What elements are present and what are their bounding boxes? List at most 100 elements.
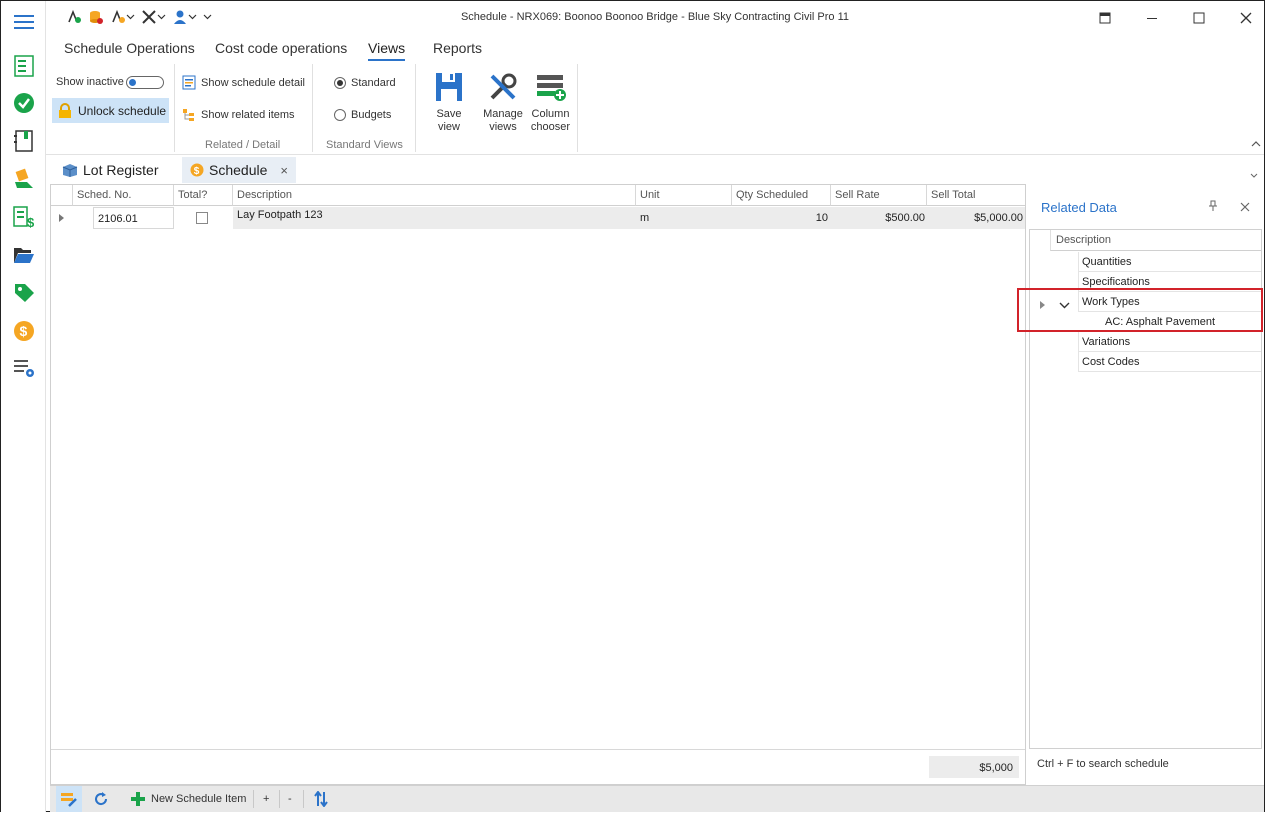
tabs-overflow-icon[interactable] (1250, 167, 1258, 181)
svg-text:$: $ (194, 166, 200, 177)
sort-icon[interactable] (314, 786, 328, 812)
group-label-standard-views: Standard Views (326, 139, 403, 151)
minimize-icon[interactable] (1132, 7, 1172, 29)
tag-icon[interactable] (12, 281, 36, 305)
manage-views-label-1: Manage (483, 108, 523, 120)
hamburger-menu-icon[interactable] (12, 10, 36, 34)
list-settings-icon[interactable] (12, 356, 36, 380)
grid-footer: $5,000 (51, 749, 1025, 784)
show-inactive-label: Show inactive (56, 76, 124, 88)
window-title: Schedule - NRX069: Boonoo Boonoo Bridge … (460, 11, 850, 23)
register-list-icon[interactable] (12, 54, 36, 78)
show-related-items-label: Show related items (201, 109, 295, 121)
related-item-cost-codes[interactable]: Cost Codes (1078, 352, 1261, 372)
box-icon (62, 164, 78, 177)
related-header-description: Description (1050, 230, 1261, 251)
column-chooser-button[interactable]: Column chooser (528, 68, 573, 134)
budgets-label: Budgets (351, 109, 392, 121)
cell-total[interactable] (174, 207, 233, 229)
close-panel-icon[interactable] (1240, 201, 1250, 215)
column-chooser-label-1: Column (531, 108, 570, 120)
grid-footer-total: $5,000 (929, 756, 1019, 778)
cell-sched-no[interactable]: 2106.01 (93, 207, 174, 229)
row-expander-icon[interactable] (51, 207, 73, 229)
grid-header-total[interactable]: Total? (174, 185, 233, 206)
save-view-label: Save view (436, 108, 462, 133)
show-schedule-detail-label: Show schedule detail (201, 76, 305, 89)
schedule-tab-label: Schedule (209, 162, 268, 178)
cell-unit[interactable]: m (636, 207, 732, 229)
manage-views-button[interactable]: Manage views (479, 68, 527, 134)
svg-text:$: $ (27, 215, 35, 228)
standard-label: Standard (351, 77, 396, 89)
related-item-variations[interactable]: Variations (1078, 332, 1261, 352)
pin-icon[interactable] (1208, 200, 1218, 215)
tab-views[interactable]: Views (368, 40, 406, 61)
save-view-button[interactable]: Save view (424, 68, 474, 134)
grid-header-sell-total[interactable]: Sell Total (927, 185, 1025, 206)
doc-tab-lot-register[interactable]: Lot Register (54, 157, 166, 183)
column-chooser-label-2: chooser (530, 121, 571, 133)
toolbar-separator (253, 790, 254, 808)
work-types-highlight-box (1017, 288, 1263, 332)
bottom-toolbar: New Schedule Item + - (50, 785, 1264, 812)
remove-row-button[interactable]: - (288, 786, 292, 812)
close-tab-icon[interactable]: × (280, 163, 288, 178)
grid-header-qty[interactable]: Qty Scheduled (732, 185, 831, 206)
wrench-screwdriver-icon (490, 73, 517, 100)
plus-icon (131, 792, 145, 806)
maximize-icon[interactable] (1179, 7, 1219, 29)
invoice-dollar-icon[interactable]: $ (12, 205, 36, 229)
checkmark-icon[interactable] (12, 91, 36, 115)
add-row-button[interactable]: + (263, 786, 269, 812)
refresh-icon[interactable] (94, 786, 108, 812)
grid-header-unit[interactable]: Unit (636, 185, 732, 206)
unlock-schedule-label: Unlock schedule (78, 103, 167, 118)
cell-qty[interactable]: 10 (732, 207, 831, 229)
cell-sell-total[interactable]: $5,000.00 (927, 207, 1025, 229)
restore-layout-icon[interactable] (1085, 7, 1125, 29)
show-inactive-toggle[interactable] (126, 76, 164, 89)
toolbar-separator (303, 790, 304, 808)
ribbon-separator (174, 64, 175, 152)
dollar-coin-icon[interactable]: $ (12, 319, 36, 343)
budgets-radio[interactable] (334, 109, 346, 121)
ribbon-separator (577, 64, 578, 152)
show-schedule-detail-button[interactable]: Show schedule detail (182, 75, 305, 90)
grid-header-expander (51, 185, 73, 206)
manage-views-label-2: views (489, 121, 517, 133)
folder-open-icon[interactable] (12, 243, 36, 267)
grid-header-sell-rate[interactable]: Sell Rate (831, 185, 927, 206)
ribbon-tabs: Schedule Operations Cost code operations… (46, 36, 1264, 62)
doc-tab-schedule[interactable]: $ Schedule × (182, 157, 296, 183)
tab-reports[interactable]: Reports (433, 40, 482, 56)
edit-schedule-icon[interactable] (56, 786, 82, 812)
column-chooser-icon (536, 75, 566, 101)
document-tabs: Lot Register $ Schedule × (46, 157, 1264, 183)
search-hint: Ctrl + F to search schedule (1037, 758, 1169, 770)
collapse-ribbon-icon[interactable] (1251, 136, 1261, 150)
unlock-schedule-button[interactable]: Unlock schedule (52, 98, 169, 123)
related-tree-icon (183, 109, 194, 121)
cell-sell-rate[interactable]: $500.00 (831, 207, 927, 229)
svg-text:$: $ (20, 323, 28, 339)
grid-header-sched-no[interactable]: Sched. No. (73, 185, 174, 206)
diary-book-icon[interactable] (12, 129, 36, 153)
tab-cost-code-operations[interactable]: Cost code operations (215, 40, 347, 56)
standard-radio[interactable] (334, 77, 346, 89)
related-item-quantities[interactable]: Quantities (1078, 252, 1261, 272)
tab-schedule-operations[interactable]: Schedule Operations (64, 40, 195, 56)
total-checkbox[interactable] (196, 212, 208, 224)
new-schedule-item-button[interactable]: New Schedule Item (130, 786, 246, 812)
hand-money-icon[interactable] (12, 167, 36, 191)
detail-document-icon (182, 75, 196, 90)
show-related-items-button[interactable]: Show related items (182, 108, 295, 122)
grid-header-description[interactable]: Description (233, 185, 636, 206)
close-window-icon[interactable] (1226, 7, 1266, 29)
toolbar-separator (279, 790, 280, 808)
ribbon-separator (312, 64, 313, 152)
ribbon-separator (415, 64, 416, 152)
cell-description[interactable]: Lay Footpath 123 (233, 207, 636, 229)
lot-register-label: Lot Register (83, 162, 159, 178)
dollar-coin-icon: $ (190, 163, 204, 177)
